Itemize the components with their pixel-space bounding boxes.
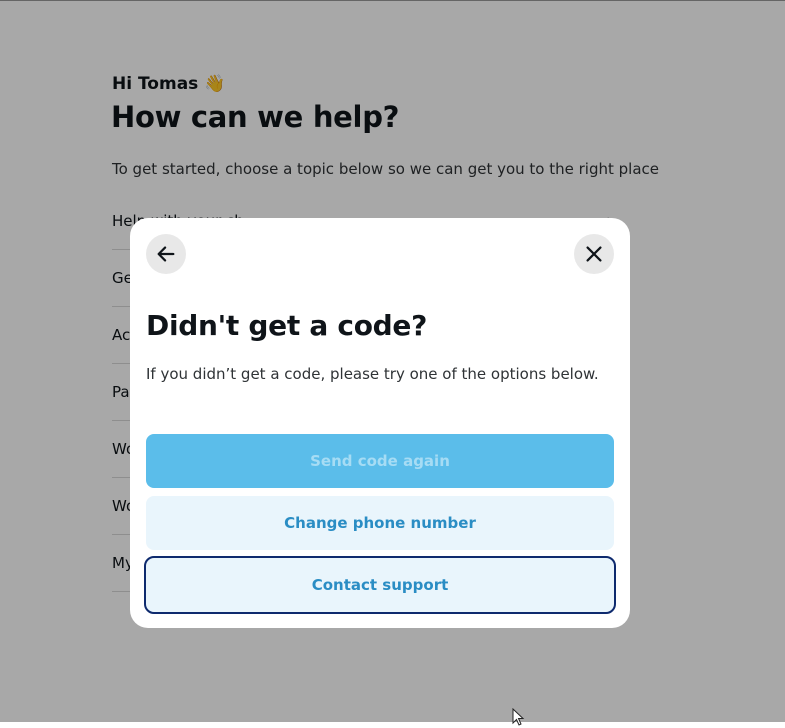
send-code-again-button[interactable]: Send code again	[146, 434, 614, 488]
close-icon	[586, 246, 602, 262]
contact-support-button[interactable]: Contact support	[144, 556, 616, 614]
close-button[interactable]	[574, 234, 614, 274]
back-button[interactable]	[146, 234, 186, 274]
dialog-title: Didn't get a code?	[146, 309, 428, 342]
change-phone-number-button[interactable]: Change phone number	[146, 496, 614, 550]
didnt-get-code-dialog: Didn't get a code? If you didn’t get a c…	[130, 218, 630, 628]
arrow-left-icon	[157, 246, 175, 262]
mouse-cursor-icon	[512, 708, 525, 726]
dialog-description: If you didn’t get a code, please try one…	[146, 365, 599, 383]
